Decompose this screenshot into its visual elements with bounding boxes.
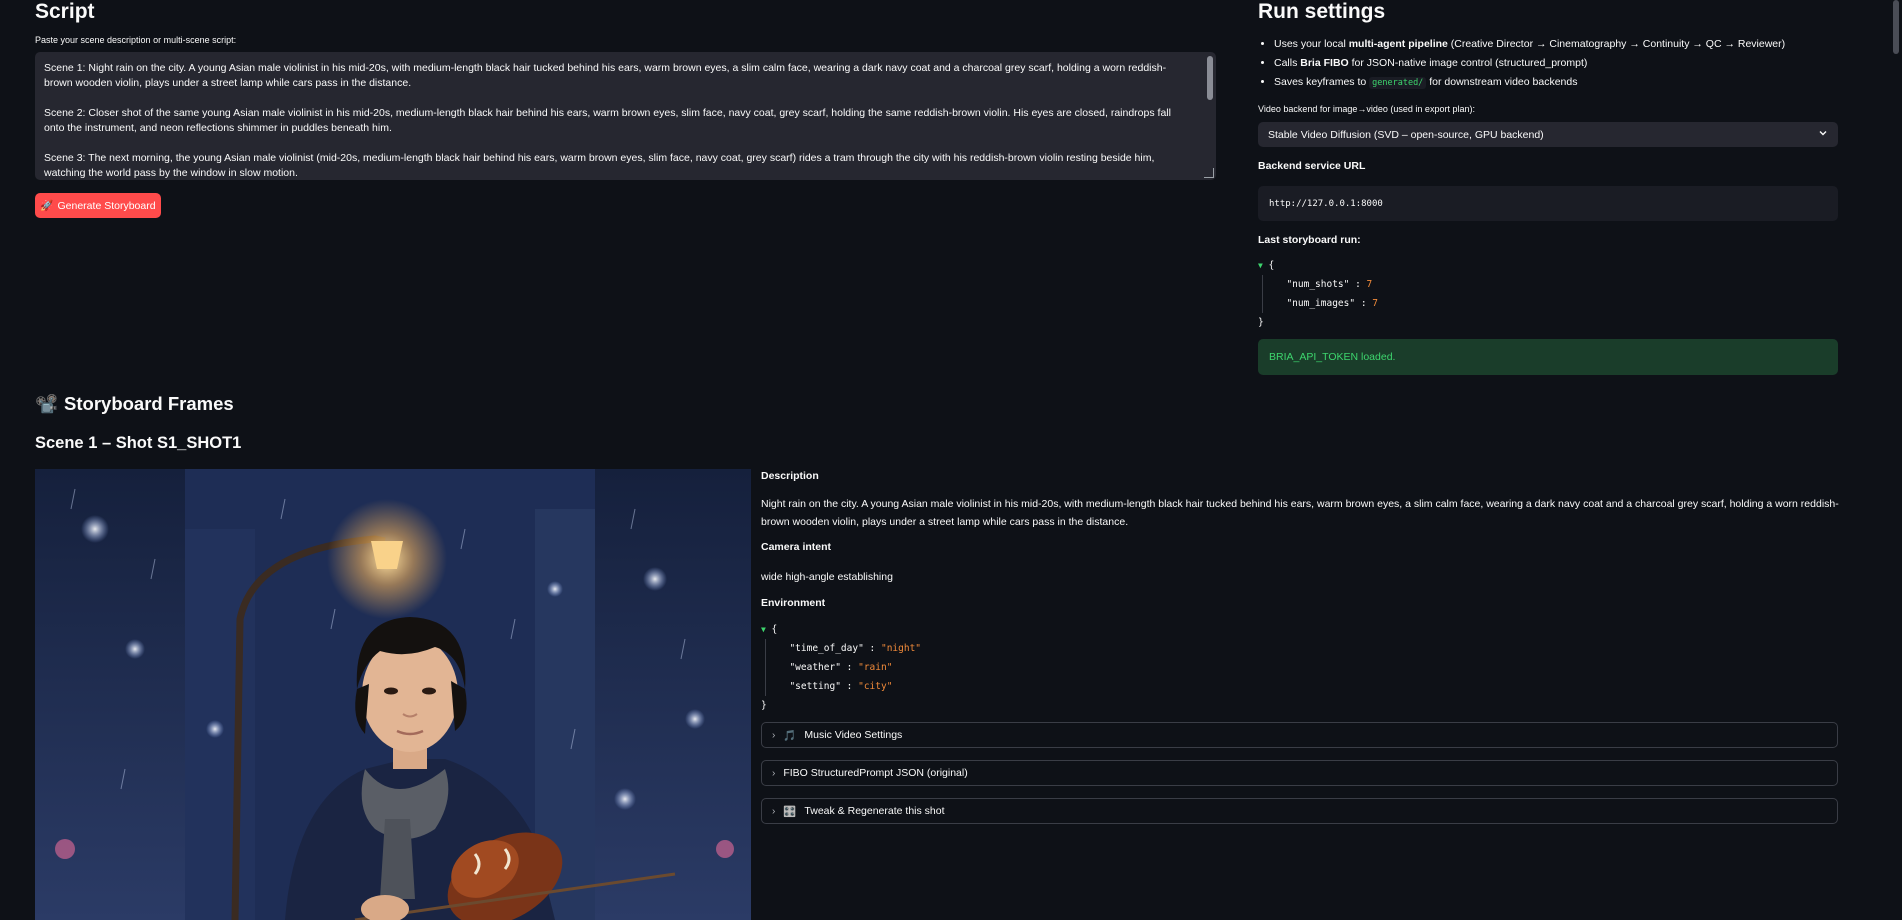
chevron-right-icon: ›: [772, 805, 776, 817]
scene-1-text: Scene 1: Night rain on the city. A young…: [44, 62, 1167, 89]
expander-music-video-settings[interactable]: › 🎵 Music Video Settings: [761, 722, 1838, 748]
last-run-json: ▼ { "num_shots" : 7 "num_images" : 7 }: [1258, 260, 1378, 328]
page-scrollbar[interactable]: [1893, 0, 1899, 54]
generate-storyboard-button[interactable]: 🚀 Generate Storyboard: [35, 193, 161, 218]
inline-code: generated/: [1369, 77, 1427, 89]
scene-3-text: Scene 3: The next morning, the young Asi…: [44, 152, 1155, 179]
collapse-caret-icon[interactable]: ▼: [761, 625, 766, 634]
textarea-resize-handle[interactable]: [1204, 168, 1214, 178]
last-run-label: Last storyboard run:: [1258, 234, 1361, 246]
expander-label: FIBO StructuredPrompt JSON (original): [783, 767, 968, 779]
script-textarea[interactable]: Scene 1: Night rain on the city. A young…: [35, 52, 1216, 180]
collapse-caret-icon[interactable]: ▼: [1258, 261, 1263, 270]
camera-intent-text: wide high-angle establishing: [761, 571, 893, 583]
expander-label: Music Video Settings: [804, 729, 903, 741]
backend-url-field[interactable]: http://127.0.0.1:8000: [1258, 186, 1838, 221]
music-note-icon: 🎵: [783, 729, 797, 742]
success-message: BRIA_API_TOKEN loaded.: [1269, 351, 1396, 363]
textarea-scrollbar[interactable]: [1207, 56, 1213, 100]
rocket-icon: 🚀: [40, 200, 54, 212]
success-alert: BRIA_API_TOKEN loaded.: [1258, 339, 1838, 375]
chevron-right-icon: ›: [772, 767, 776, 779]
script-textarea-label: Paste your scene description or multi-sc…: [35, 35, 237, 45]
environment-json: ▼ { "time_of_day" : "night" "weather" : …: [761, 624, 922, 711]
backend-url-label: Backend service URL: [1258, 160, 1366, 172]
expander-tweak-regenerate[interactable]: › 🎛️ Tweak & Regenerate this shot: [761, 798, 1838, 824]
chevron-right-icon: ›: [772, 729, 776, 741]
video-backend-select[interactable]: Stable Video Diffusion (SVD – open-sourc…: [1258, 122, 1838, 147]
run-settings-title: Run settings: [1258, 0, 1386, 23]
expander-fibo-json[interactable]: › FIBO StructuredPrompt JSON (original): [761, 760, 1838, 786]
video-backend-value: Stable Video Diffusion (SVD – open-sourc…: [1268, 128, 1544, 141]
description-text: Night rain on the city. A young Asian ma…: [761, 498, 1839, 528]
storyboard-title: 📽️ Storyboard Frames: [35, 393, 234, 414]
camera-intent-label: Camera intent: [761, 541, 832, 553]
video-backend-label: Video backend for image→video (used in e…: [1258, 104, 1475, 114]
backend-url-value: http://127.0.0.1:8000: [1269, 198, 1383, 209]
scene-2-text: Scene 2: Closer shot of the same young A…: [44, 107, 1171, 134]
film-projector-icon: 📽️: [35, 393, 59, 414]
scene-heading: Scene 1 – Shot S1_SHOT1: [35, 434, 242, 452]
list-item: Calls Bria FIBO for JSON-native image co…: [1274, 54, 1854, 73]
list-item: Saves keyframes to generated/ for downst…: [1274, 73, 1854, 93]
generate-storyboard-label: Generate Storyboard: [57, 199, 156, 212]
description-label: Description: [761, 470, 819, 482]
expander-label: Tweak & Regenerate this shot: [804, 805, 945, 817]
environment-label: Environment: [761, 597, 826, 609]
script-title: Script: [35, 0, 95, 23]
control-knobs-icon: 🎛️: [783, 805, 797, 818]
chevron-down-icon: [1818, 128, 1828, 141]
run-settings-list: Uses your local multi-agent pipeline (Cr…: [1258, 35, 1854, 93]
storyboard-frame-image: [35, 469, 751, 920]
list-item: Uses your local multi-agent pipeline (Cr…: [1274, 35, 1854, 54]
